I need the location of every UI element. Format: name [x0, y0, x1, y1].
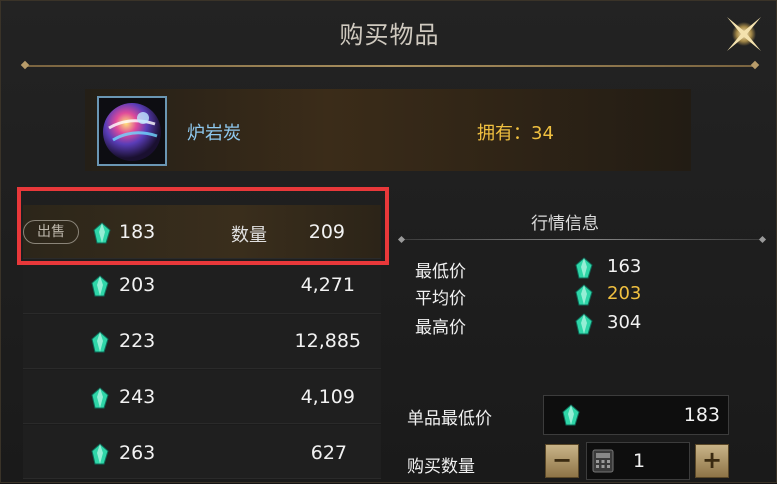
increase-quantity-button[interactable]: + [695, 444, 729, 478]
gem-icon [575, 284, 593, 306]
max-price-value: 304 [607, 312, 642, 333]
listing-quantity: 627 [310, 442, 347, 464]
unit-min-price-value: 183 [683, 404, 720, 426]
market-info-title: 行情信息 [531, 214, 599, 234]
buy-quantity-input[interactable]: 1 [586, 442, 690, 480]
avg-price-label: 平均价 [415, 289, 466, 309]
listing-quantity: 4,109 [300, 386, 355, 408]
min-price-value: 163 [607, 256, 642, 277]
market-divider [401, 239, 763, 240]
listing-quantity: 209 [308, 221, 345, 243]
min-price-label: 最低价 [415, 262, 466, 282]
item-name: 炉岩炭 [187, 123, 241, 144]
dialog-title: 购买物品 [339, 21, 440, 49]
minus-icon: − [551, 446, 573, 474]
header-divider [25, 65, 755, 67]
max-price-label: 最高价 [415, 318, 466, 338]
item-info-bar [85, 89, 691, 171]
sell-badge: 出售 [23, 220, 79, 244]
gem-icon [575, 313, 593, 335]
gem-icon [575, 257, 593, 279]
item-icon [97, 96, 167, 166]
calculator-icon[interactable] [592, 449, 614, 473]
decrease-quantity-button[interactable]: − [545, 444, 579, 478]
plus-icon: + [701, 446, 723, 474]
avg-price-value: 203 [607, 283, 642, 304]
buy-quantity-label: 购买数量 [407, 457, 475, 477]
gem-icon [91, 275, 109, 297]
unit-min-price-label: 单品最低价 [407, 409, 492, 429]
listing-quantity: 12,885 [294, 330, 361, 352]
listing-price: 203 [119, 274, 156, 296]
gem-icon [93, 222, 111, 244]
listing-price: 223 [119, 330, 156, 352]
buy-quantity-value: 1 [633, 450, 646, 472]
owned-count: 拥有：34 [477, 123, 554, 144]
gem-icon [91, 443, 109, 465]
listing-price: 243 [119, 386, 156, 408]
unit-min-price-field: 183 [543, 395, 729, 435]
listing-price: 183 [119, 221, 156, 243]
dialog-header: 购买物品 [1, 1, 777, 63]
gem-icon [562, 404, 580, 426]
close-icon[interactable] [723, 13, 765, 55]
listing-price: 263 [119, 442, 156, 464]
purchase-dialog: 购买物品 炉岩炭 拥有：34 出售 183 数量 209 203 4,271 2… [0, 0, 777, 483]
listing-quantity: 4,271 [300, 274, 355, 296]
gem-icon [91, 387, 109, 409]
gem-icon [91, 331, 109, 353]
